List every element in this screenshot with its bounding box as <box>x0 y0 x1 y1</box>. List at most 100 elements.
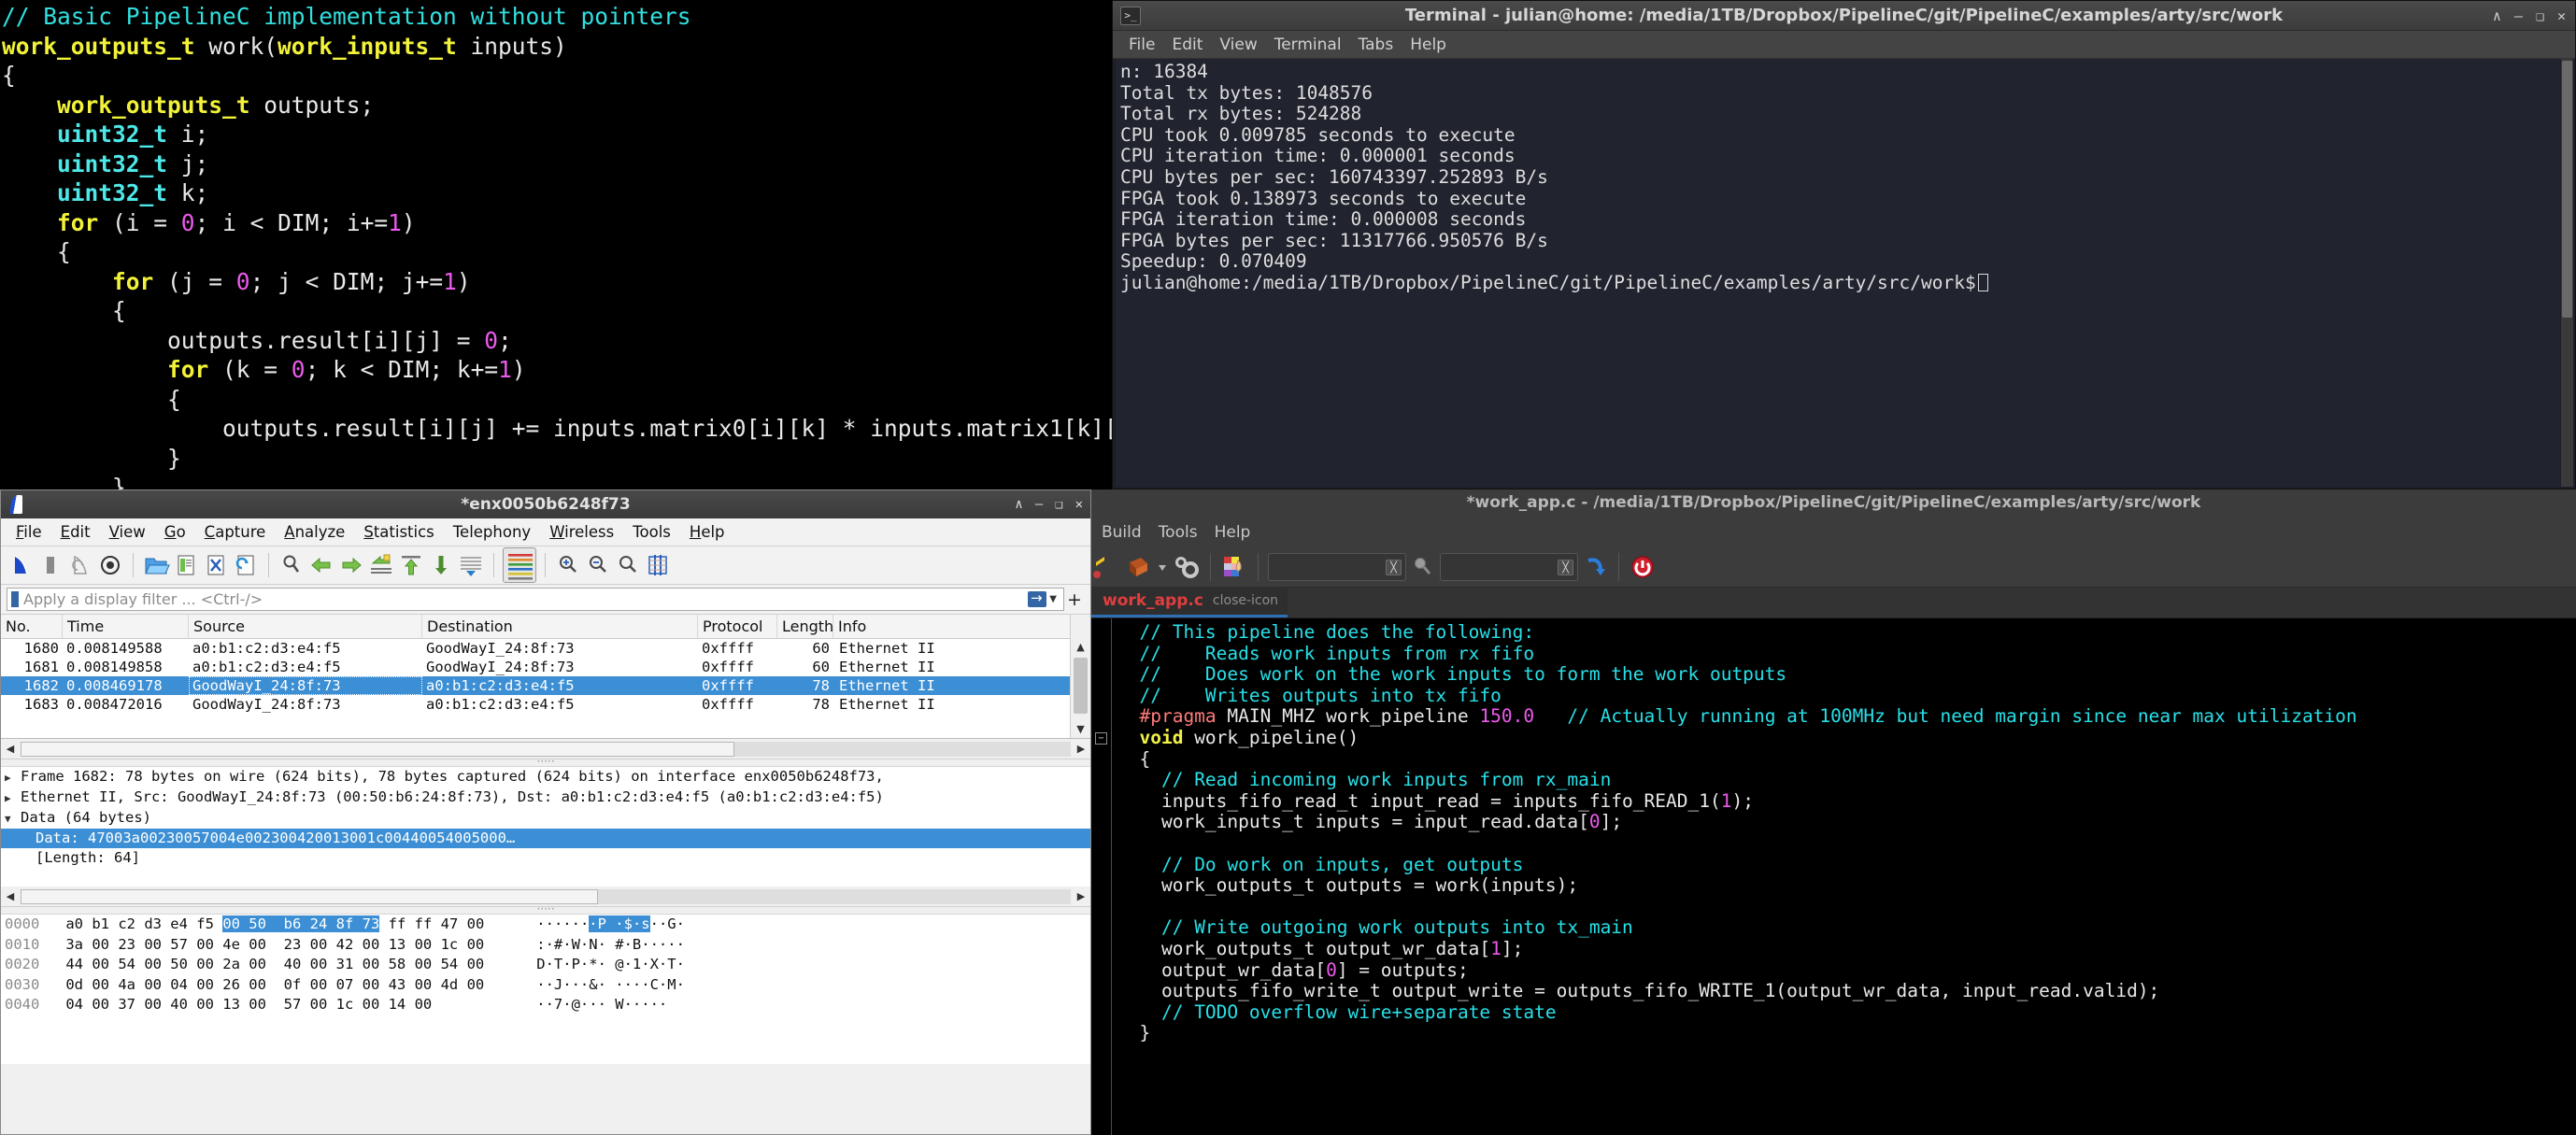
hscroll-thumb[interactable] <box>21 888 599 904</box>
save-file-icon[interactable] <box>172 551 200 579</box>
terminal-menu-file[interactable]: File <box>1120 34 1163 56</box>
packet-list[interactable]: No. Time Source Destination Protocol Length In… <box>1 615 1090 739</box>
minimize-button[interactable]: – <box>2514 7 2523 24</box>
hexdump-row[interactable]: 0040 04 00 37 00 40 00 13 00 57 00 1c 00… <box>1 995 1090 1015</box>
ide-menubar[interactable]: Build Tools Help <box>1091 518 2576 546</box>
maximize-button[interactable]: ❑ <box>1055 497 1062 512</box>
jump-to-icon[interactable] <box>1581 553 1609 581</box>
expand-triangle-right-icon[interactable]: ▶ <box>5 768 21 787</box>
work-c-source-code[interactable]: // Basic PipelineC implementation withou… <box>0 0 1112 489</box>
wireshark-window-buttons[interactable]: ∧ – ❑ ✕ <box>1015 497 1083 512</box>
wireshark-menu-file[interactable]: File <box>7 522 51 542</box>
filter-bookmark-icon[interactable] <box>11 591 19 607</box>
minimize-button[interactable]: – <box>1035 497 1043 512</box>
tab-work-app-c[interactable]: work_app.c close-icon <box>1091 587 1288 617</box>
go-last-packet-icon[interactable] <box>427 551 455 579</box>
scroll-left-icon[interactable]: ◀ <box>1 890 20 902</box>
terminal-window[interactable]: >_ Terminal - julian@home: /media/1TB/Dr… <box>1112 0 2576 489</box>
column-header-destination[interactable]: Destination <box>422 615 698 638</box>
start-capture-icon[interactable] <box>7 551 35 579</box>
packet-list-scroll-thumb[interactable] <box>1074 658 1088 714</box>
wireshark-menu-telephony[interactable]: Telephony <box>444 522 540 542</box>
wireshark-menu-go[interactable]: Go <box>155 522 195 542</box>
revert-icon[interactable] <box>1124 553 1152 581</box>
scroll-down-icon[interactable]: ▼ <box>1071 721 1090 738</box>
filter-apply-icon[interactable] <box>1028 589 1046 607</box>
scroll-right-icon[interactable]: ▶ <box>1072 890 1090 902</box>
column-header-source[interactable]: Source <box>189 615 422 638</box>
wireshark-titlebar[interactable]: *enx0050b6248f73 ∧ – ❑ ✕ <box>1 490 1090 518</box>
close-button[interactable]: ✕ <box>1075 497 1083 512</box>
reload-file-icon[interactable] <box>232 551 260 579</box>
capture-options-icon[interactable] <box>96 551 124 579</box>
ide-menu-build[interactable]: Build <box>1093 521 1150 544</box>
save-all-icon[interactable] <box>1093 553 1121 581</box>
restart-capture-icon[interactable] <box>66 551 94 579</box>
shade-button[interactable]: ∧ <box>2493 7 2501 24</box>
work-app-c-source-code[interactable]: // This pipeline does the following: // … <box>1112 618 2576 1135</box>
wireshark-menu-view[interactable]: View <box>100 522 155 542</box>
terminal-menu-tabs[interactable]: Tabs <box>1350 34 1402 56</box>
hexdump-row[interactable]: 0000 a0 b1 c2 d3 e4 f5 00 50 b6 24 8f 73… <box>1 915 1090 935</box>
packet-list-scrollbar[interactable]: ▲ ▼ <box>1070 615 1090 738</box>
scroll-right-icon[interactable]: ▶ <box>1072 743 1090 755</box>
hscroll-thumb[interactable] <box>21 741 735 757</box>
table-row[interactable]: 1683 0.008472016 GoodWayI_24:8f:73 a0:b1:c2… <box>1 695 1090 714</box>
packet-bytes-pane[interactable]: 0000 a0 b1 c2 d3 e4 f5 00 50 b6 24 8f 73… <box>1 915 1090 1064</box>
build-dropdown-icon[interactable] <box>1155 553 1170 581</box>
close-file-icon[interactable] <box>202 551 230 579</box>
table-row[interactable]: 1682 0.008469178 GoodWayI_24:8f:73 a0:b1:c2… <box>1 676 1090 695</box>
ide-tabbar[interactable]: work_app.c close-icon <box>1091 587 2576 618</box>
stop-capture-icon[interactable] <box>36 551 64 579</box>
work-c-editor-window[interactable]: // Basic PipelineC implementation withou… <box>0 0 1112 489</box>
colorize-icon[interactable] <box>503 547 536 583</box>
terminal-menu-terminal[interactable]: Terminal <box>1266 34 1350 56</box>
go-first-packet-icon[interactable] <box>397 551 425 579</box>
terminal-titlebar[interactable]: >_ Terminal - julian@home: /media/1TB/Dr… <box>1113 1 2575 31</box>
search-icon[interactable] <box>1409 553 1437 581</box>
goto-line-input[interactable]: ╳ <box>1440 552 1578 581</box>
packet-detail-row[interactable]: ▶ Frame 1682: 78 bytes on wire (624 bits)… <box>1 767 1090 787</box>
close-button[interactable]: ✕ <box>2557 7 2566 24</box>
shade-button[interactable]: ∧ <box>1015 497 1022 512</box>
column-header-time[interactable]: Time <box>63 615 189 638</box>
packet-detail-row[interactable]: [Length: 64] <box>1 848 1090 868</box>
wireshark-menu-analyze[interactable]: Analyze <box>275 522 354 542</box>
go-forward-icon[interactable] <box>337 551 365 579</box>
wireshark-toolbar[interactable] <box>1 546 1090 585</box>
quit-icon[interactable] <box>1629 553 1657 581</box>
find-packet-icon[interactable] <box>278 551 306 579</box>
open-file-icon[interactable] <box>142 551 170 579</box>
ide-code-area[interactable]: − // This pipeline does the following: /… <box>1091 618 2576 1135</box>
display-filter-input[interactable]: Apply a display filter ... <Ctrl-/> ▼ <box>7 588 1064 611</box>
packet-detail-row[interactable]: ▼ Data (64 bytes) <box>1 808 1090 829</box>
ide-toolbar[interactable]: ╳ ╳ <box>1091 546 2576 588</box>
zoom-reset-icon[interactable] <box>614 551 642 579</box>
zoom-out-icon[interactable] <box>584 551 612 579</box>
search-input[interactable]: ╳ <box>1268 552 1406 581</box>
wireshark-menu-statistics[interactable]: Statistics <box>354 522 443 542</box>
terminal-menubar[interactable]: File Edit View Terminal Tabs Help <box>1113 31 2575 59</box>
packet-details-pane[interactable]: ▶ Frame 1682: 78 bytes on wire (624 bits)… <box>1 767 1090 887</box>
pane-splitter[interactable] <box>1 907 1090 915</box>
terminal-prompt[interactable]: julian@home:/media/1TB/Dropbox/PipelineC… <box>1120 272 2560 294</box>
packet-list-header[interactable]: No. Time Source Destination Protocol Length In… <box>1 615 1090 639</box>
color-chooser-icon[interactable] <box>1220 553 1248 581</box>
add-filter-button[interactable]: + <box>1064 589 1085 610</box>
go-back-icon[interactable] <box>307 551 335 579</box>
build-icon[interactable] <box>1173 553 1201 581</box>
fold-marker-icon[interactable]: − <box>1095 732 1107 745</box>
hexdump-row[interactable]: 0030 0d 00 4a 00 04 00 26 00 0f 00 07 00… <box>1 975 1090 996</box>
hexdump-row[interactable]: 0010 3a 00 23 00 57 00 4e 00 23 00 42 00… <box>1 935 1090 956</box>
wireshark-menubar[interactable]: File Edit View Go Capture Analyze Statistics Te… <box>1 518 1090 546</box>
ide-menu-tools[interactable]: Tools <box>1150 521 1206 544</box>
terminal-menu-view[interactable]: View <box>1211 34 1265 56</box>
packet-list-rows[interactable]: 1680 0.008149588 a0:b1:c2:d3:e4:f5 GoodWayI… <box>1 639 1090 714</box>
scroll-up-icon[interactable]: ▲ <box>1071 639 1090 656</box>
table-row[interactable]: 1680 0.008149588 a0:b1:c2:d3:e4:f5 GoodWayI… <box>1 639 1090 658</box>
close-icon[interactable]: close-icon <box>1213 593 1278 608</box>
terminal-output[interactable]: n: 16384 Total tx bytes: 1048576 Total rx … <box>1116 59 2560 487</box>
wireshark-menu-tools[interactable]: Tools <box>623 522 680 542</box>
zoom-in-icon[interactable] <box>554 551 582 579</box>
terminal-scrollbar[interactable] <box>2561 59 2573 487</box>
